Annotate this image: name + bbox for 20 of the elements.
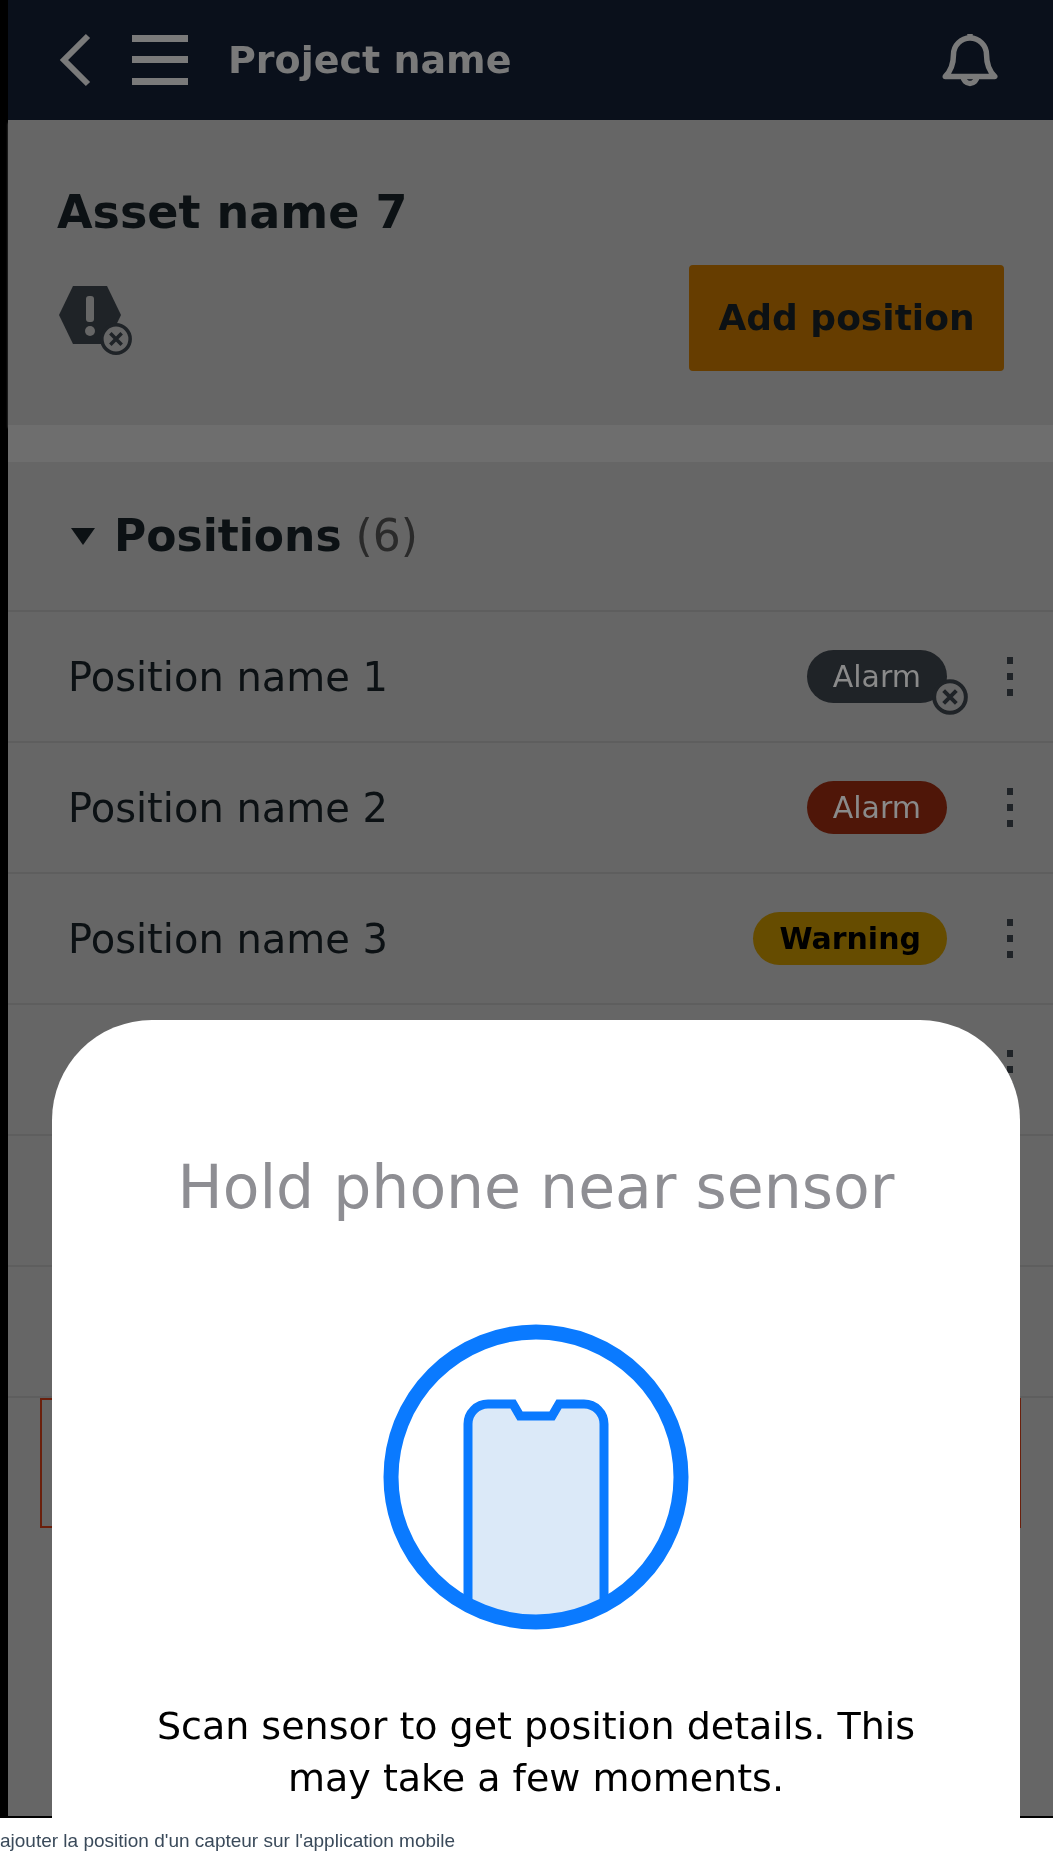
offline-icon — [99, 322, 133, 356]
position-name[interactable]: Position name 2 — [68, 777, 807, 838]
modal-title: Hold phone near sensor — [177, 1151, 895, 1224]
phone-in-circle-icon — [383, 1324, 689, 1630]
position-name[interactable]: Position name 3 — [68, 908, 754, 969]
menu-icon[interactable] — [132, 35, 188, 85]
project-title: Project name — [228, 36, 513, 84]
section-count: (6) — [355, 509, 418, 563]
status-badge: Alarm — [806, 781, 947, 834]
asset-title: Asset name 7 — [57, 184, 409, 241]
back-icon[interactable] — [58, 33, 92, 87]
section-title: Positions — [114, 509, 342, 563]
add-position-button[interactable]: Add position — [689, 265, 1004, 371]
caption: ajouter la position d'un capteur sur l'application mobile — [0, 1828, 456, 1853]
modal-description: Scan sensor to get position details. This may take a few moments. — [156, 1703, 916, 1802]
offline-icon — [931, 678, 969, 716]
status-badge: Warning — [753, 912, 947, 965]
status-badge: Alarm — [806, 650, 947, 703]
warning-hexagon-icon — [57, 284, 123, 346]
position-name[interactable]: Position name 1 — [68, 646, 807, 707]
